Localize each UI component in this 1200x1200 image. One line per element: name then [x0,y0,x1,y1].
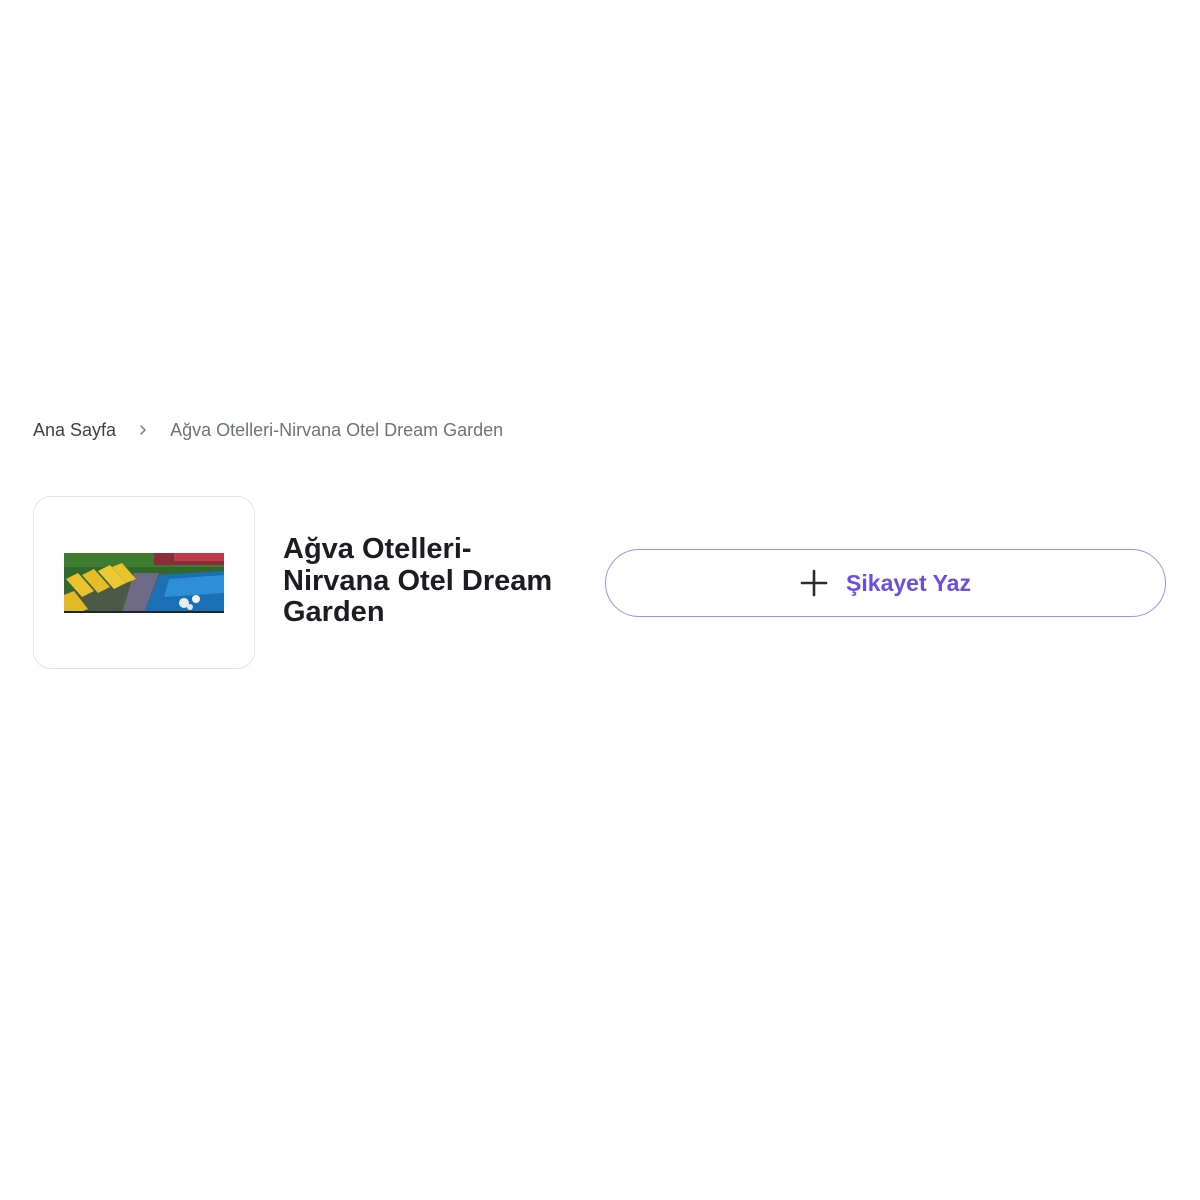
plus-icon [800,569,828,597]
breadcrumb-home-link[interactable]: Ana Sayfa [33,420,116,441]
breadcrumb-current: Ağva Otelleri-Nirvana Otel Dream Garden [170,419,504,440]
breadcrumb: Ana Sayfa Ağva Otelleri-Nirvana Otel Dre… [33,418,503,442]
company-logo-card[interactable] [33,496,255,669]
chevron-right-icon [116,418,170,442]
company-logo-image [64,552,224,613]
page: Ana Sayfa Ağva Otelleri-Nirvana Otel Dre… [0,0,1200,1200]
write-complaint-button[interactable]: Şikayet Yaz [605,549,1166,617]
write-complaint-label: Şikayet Yaz [846,569,971,596]
company-title: Ağva Otelleri-Nirvana Otel Dream Garden [283,533,553,628]
